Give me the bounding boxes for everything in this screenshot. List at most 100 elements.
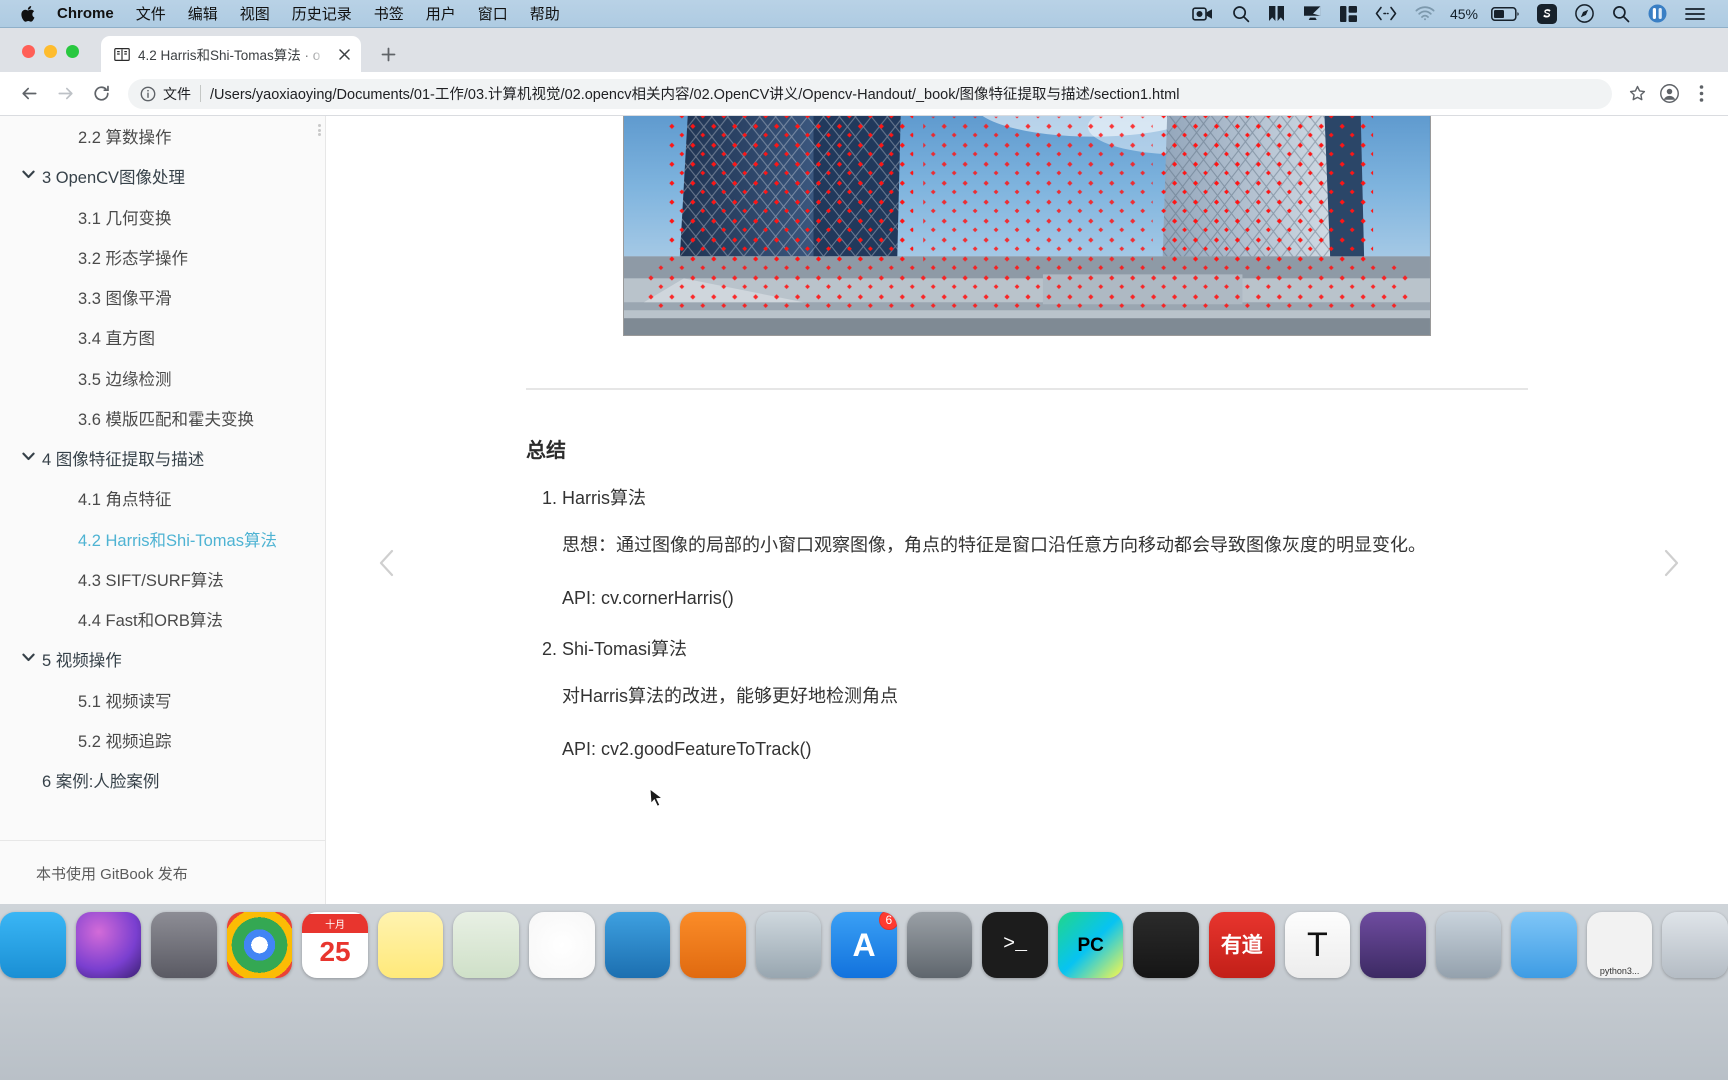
- three-dots-menu-icon[interactable]: [1686, 79, 1716, 109]
- sidebar-item[interactable]: 4.2 Harris和Shi-Tomas算法: [0, 521, 325, 561]
- menu-item-view[interactable]: 视图: [229, 3, 281, 24]
- close-window-button[interactable]: [22, 45, 35, 58]
- info-circle-icon[interactable]: [140, 86, 156, 102]
- arrow-forward-icon[interactable]: [48, 77, 82, 111]
- dock-item-terminal[interactable]: >_: [982, 912, 1048, 978]
- dock-item-pycharm[interactable]: PC: [1057, 912, 1124, 978]
- dock-item-trash[interactable]: [1662, 912, 1728, 978]
- dock-item-calendar[interactable]: 25 十月: [302, 912, 368, 978]
- sidebar-item[interactable]: 3 OpenCV图像处理: [0, 158, 325, 198]
- dock-item-python3-terminal[interactable]: python3...: [1586, 912, 1653, 978]
- dock-item-notes[interactable]: [377, 912, 444, 978]
- dock-item-chrome[interactable]: [226, 912, 293, 978]
- dock-item-imovie[interactable]: [1360, 912, 1426, 978]
- magnifier-icon[interactable]: [1232, 5, 1250, 23]
- dock-item-youdao-dict[interactable]: 有道: [1209, 912, 1275, 978]
- sogou-input-icon[interactable]: [1537, 3, 1557, 24]
- spotlight-search-icon[interactable]: [1612, 5, 1630, 23]
- sidebar-item[interactable]: 3.6 模版匹配和霍夫变换: [0, 400, 325, 440]
- sidebar-item[interactable]: 6 案例:人脸案例: [0, 762, 325, 802]
- sidebar-item-label: 3.1 几何变换: [78, 209, 172, 228]
- sidebar-item[interactable]: 4.4 Fast和ORB算法: [0, 601, 325, 641]
- book-icon: [113, 46, 130, 63]
- maximize-window-button[interactable]: [66, 45, 79, 58]
- dock-item-photos[interactable]: [528, 912, 595, 978]
- dock-item-folder[interactable]: [1511, 912, 1577, 978]
- menu-item-chrome[interactable]: Chrome: [46, 5, 125, 22]
- menu-item-file[interactable]: 文件: [125, 3, 177, 24]
- menu-item-window[interactable]: 窗口: [467, 3, 519, 24]
- dock-item-glyph: 25: [319, 936, 351, 967]
- bookmark-icon[interactable]: [1268, 5, 1285, 22]
- dock-item-finder[interactable]: [0, 912, 66, 978]
- dock-item-siri[interactable]: [75, 912, 142, 978]
- sidebar-item[interactable]: 3.1 几何变换: [0, 199, 325, 239]
- code-brackets-icon[interactable]: [1375, 6, 1397, 21]
- menu-list-icon[interactable]: [1685, 7, 1705, 21]
- star-icon[interactable]: [1622, 79, 1652, 109]
- sidebar-item[interactable]: 4.1 角点特征: [0, 480, 325, 520]
- dock-item-maps[interactable]: [453, 912, 519, 978]
- arrow-back-icon[interactable]: [12, 77, 46, 111]
- sidebar-footer: 本书使用 GitBook 发布: [0, 840, 325, 904]
- macos-dock: 25 十月 A 6 >_ PC 有道 Tpython3...: [0, 904, 1728, 1080]
- dock-item-font-book[interactable]: T: [1284, 912, 1351, 978]
- dock-item-system-preferences[interactable]: [906, 912, 973, 978]
- sidebar-item[interactable]: 3.2 形态学操作: [0, 239, 325, 279]
- sidebar-resize-handle[interactable]: [318, 124, 323, 136]
- menu-item-profiles[interactable]: 用户: [415, 3, 467, 24]
- menu-item-edit[interactable]: 编辑: [177, 3, 229, 24]
- sidebar-item[interactable]: 3.3 图像平滑: [0, 279, 325, 319]
- list-item-paragraph: 思想：通过图像的局部的小窗口观察图像，角点的特征是窗口沿任意方向移动都会导致图像…: [562, 535, 1426, 555]
- sidebar-item-label: 4.4 Fast和ORB算法: [78, 612, 223, 631]
- sidebar-item[interactable]: 5 视频操作: [0, 641, 325, 681]
- reload-icon[interactable]: [84, 77, 118, 111]
- list-item-paragraph: API: cv.cornerHarris(): [562, 587, 734, 608]
- sidebar-item[interactable]: 5.2 视频追踪: [0, 722, 325, 762]
- airplay-display-icon[interactable]: [1303, 5, 1322, 22]
- battery-icon[interactable]: [1491, 6, 1519, 21]
- prev-page-arrow[interactable]: [370, 546, 404, 580]
- sidebar-item[interactable]: 4.3 SIFT/SURF算法: [0, 561, 325, 601]
- account-circle-icon[interactable]: [1654, 79, 1684, 109]
- split-layout-icon[interactable]: [1339, 5, 1357, 22]
- sidebar-item-label: 3.4 直方图: [78, 330, 156, 349]
- dock-item-glyph: 有道: [1220, 933, 1263, 957]
- sidebar-item-label: 4.1 角点特征: [78, 491, 172, 510]
- sidebar-item-label: 4.3 SIFT/SURF算法: [78, 571, 224, 590]
- dock-item-image-capture[interactable]: [1435, 912, 1502, 978]
- dock-item-keynote[interactable]: [604, 912, 671, 978]
- next-page-arrow[interactable]: [1654, 546, 1688, 580]
- browser-tab[interactable]: 4.2 Harris和Shi-Tomas算法 · o: [101, 36, 361, 72]
- dock-item-app-store[interactable]: A6: [831, 912, 897, 978]
- chevron-down-icon[interactable]: [14, 650, 42, 662]
- address-bar[interactable]: 文件 /Users/yaoxiaoying/Documents/01-工作/03…: [128, 78, 1612, 109]
- screen-record-icon[interactable]: [1192, 6, 1214, 22]
- sidebar-item[interactable]: 3.4 直方图: [0, 319, 325, 359]
- dock-item-pages[interactable]: [680, 912, 746, 978]
- chevron-down-icon[interactable]: [14, 449, 42, 461]
- wifi-icon[interactable]: [1415, 6, 1435, 21]
- sidebar-item[interactable]: 5.1 视频读写: [0, 682, 325, 722]
- chevron-down-icon[interactable]: [14, 167, 42, 179]
- sidebar-nav-list[interactable]: 2.2 算数操作 3 OpenCV图像处理 3.1 几何变换 3.2 形态学操作 3.3…: [0, 116, 325, 840]
- apple-logo-icon[interactable]: [14, 5, 40, 23]
- compass-safari-icon[interactable]: [1575, 4, 1594, 23]
- close-icon[interactable]: [335, 45, 353, 63]
- control-center-icon[interactable]: [1648, 4, 1667, 23]
- menu-item-bookmarks[interactable]: 书签: [363, 3, 415, 24]
- omnibox-divider: [200, 85, 201, 102]
- sidebar-item[interactable]: 2.2 算数操作: [0, 118, 325, 158]
- tab-strip: 4.2 Harris和Shi-Tomas算法 · o: [0, 28, 1728, 72]
- minimize-window-button[interactable]: [44, 45, 57, 58]
- dock-item-preview[interactable]: [755, 912, 822, 978]
- list-item: Harris算法思想：通过图像的局部的小窗口观察图像，角点的特征是窗口沿任意方向…: [562, 485, 1528, 614]
- sidebar-item[interactable]: 4 图像特征提取与描述: [0, 440, 325, 480]
- url-scheme-label: 文件: [163, 85, 191, 102]
- dock-item-sublime-text[interactable]: [1133, 912, 1200, 978]
- menu-item-history[interactable]: 历史记录: [281, 3, 363, 24]
- menu-item-help[interactable]: 帮助: [519, 3, 571, 24]
- new-tab-button[interactable]: [373, 39, 403, 69]
- dock-item-launchpad[interactable]: [151, 912, 217, 978]
- sidebar-item[interactable]: 3.5 边缘检测: [0, 360, 325, 400]
